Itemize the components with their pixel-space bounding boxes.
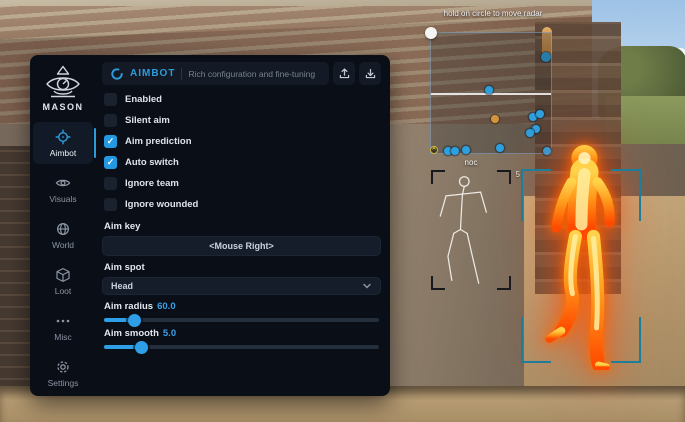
slider-label: Aim smooth [104,328,159,339]
crosshair-icon [55,129,71,145]
aim-key-label: Aim key [104,221,381,232]
page-title: AIMBOT [130,68,175,79]
sidebar-nav: Aimbot Visuals World Loot Misc Settings [30,120,96,396]
radar-dot [496,144,504,152]
checkbox-label: Auto switch [125,157,179,168]
sidebar-item-misc[interactable]: Misc [33,306,93,348]
sidebar-item-settings[interactable]: Settings [33,352,93,394]
checkbox-label: Enabled [125,94,162,105]
bracket-corner [497,276,511,290]
page-subtitle: Rich configuration and fine-tuning [188,69,315,79]
box-icon [55,267,71,283]
slider-track[interactable] [104,318,379,322]
radar-dot: ✕ [430,146,438,154]
sidebar-item-label: Aimbot [50,148,76,158]
checkbox-row[interactable]: Ignore team [102,173,381,194]
slider-block: Aim smooth 5.0 [102,328,381,349]
checkbox-row[interactable]: Aim prediction [102,131,381,152]
enemy-name-label: noc [431,158,511,167]
skeleton-esp-icon [431,170,511,290]
slider-handle[interactable] [135,341,148,354]
player-esp-brackets [521,169,641,363]
checkbox[interactable] [104,156,117,169]
checkbox-label: Aim prediction [125,136,192,147]
slider-track[interactable] [104,345,379,349]
mason-eye-icon [43,65,83,99]
checkbox[interactable] [104,93,117,106]
sidebar-item-visuals[interactable]: Visuals [33,168,93,210]
spinner-icon [110,67,124,81]
download-icon [364,67,377,80]
page-header-row: AIMBOT Rich configuration and fine-tunin… [102,62,381,85]
globe-icon [55,221,71,237]
enemy-distance-label: 5 [516,170,520,179]
skeleton-esp-box: noc 5 [431,170,511,290]
checkbox-row[interactable]: Auto switch [102,152,381,173]
checkbox-list: Enabled Silent aim Aim prediction Auto s… [102,89,381,215]
radar-dot [451,147,459,155]
radar-dot [526,129,534,137]
bracket-corner [611,169,641,221]
sidebar-item-label: Settings [48,378,79,388]
brand-name: MASON [43,102,84,112]
slider-value: 60.0 [157,301,176,312]
slider-value: 5.0 [163,328,176,339]
radar-hint-text: hold on circle to move radar [418,9,568,18]
aimbot-page: AIMBOT Rich configuration and fine-tunin… [96,55,390,396]
sidebar-item-loot[interactable]: Loot [33,260,93,302]
bracket-corner [431,170,445,184]
chevron-down-icon [362,281,372,291]
checkbox-row[interactable]: Ignore wounded [102,194,381,215]
export-config-button[interactable] [333,62,355,85]
aim-key-button[interactable]: <Mouse Right> [102,236,381,256]
checkbox[interactable] [104,177,117,190]
radar[interactable]: ✕ [430,32,552,154]
ellipsis-icon [55,313,71,329]
header-divider [181,68,182,80]
left-brick-wall [0,146,34,402]
checkbox-label: Ignore team [125,178,179,189]
slider-list: Aim radius 60.0 Aim smooth 5.0 [102,295,381,349]
slider-block: Aim radius 60.0 [102,301,381,322]
bracket-corner [611,317,641,363]
game-screen: hold on circle to move radar ✕ noc 5 [0,0,685,422]
upload-icon [338,67,351,80]
page-header: AIMBOT Rich configuration and fine-tunin… [102,62,329,85]
checkbox[interactable] [104,114,117,127]
cheat-panel: MASON Aimbot Visuals World Loot Misc Set… [30,55,390,396]
sidebar-item-label: Visuals [49,194,76,204]
sidebar: MASON Aimbot Visuals World Loot Misc Set… [30,55,96,396]
radar-drag-handle[interactable] [425,27,437,39]
checkbox[interactable] [104,198,117,211]
bracket-corner [521,317,551,363]
bracket-corner [431,276,445,290]
checkbox-row[interactable]: Silent aim [102,110,381,131]
slider-handle[interactable] [128,314,141,327]
sidebar-item-world[interactable]: World [33,214,93,256]
aim-spot-select[interactable]: Head [102,277,381,295]
sidebar-item-aimbot[interactable]: Aimbot [33,122,93,164]
brand-logo: MASON [43,65,84,112]
radar-dot [485,86,493,94]
checkbox[interactable] [104,135,117,148]
checkbox-label: Silent aim [125,115,170,126]
checkbox-row[interactable]: Enabled [102,89,381,110]
radar-dot [491,115,499,123]
aim-spot-label: Aim spot [104,262,381,273]
checkbox-label: Ignore wounded [125,199,198,210]
slider-label: Aim radius [104,301,153,312]
sidebar-item-label: Misc [54,332,71,342]
radar-dot [462,146,470,154]
bracket-corner [497,170,511,184]
import-config-button[interactable] [359,62,381,85]
sidebar-item-label: Loot [55,286,72,296]
gear-icon [55,359,71,375]
eye-icon [55,175,71,191]
bracket-corner [521,169,551,221]
sidebar-item-label: World [52,240,74,250]
radar-dot [536,110,544,118]
aim-spot-value: Head [111,281,362,291]
